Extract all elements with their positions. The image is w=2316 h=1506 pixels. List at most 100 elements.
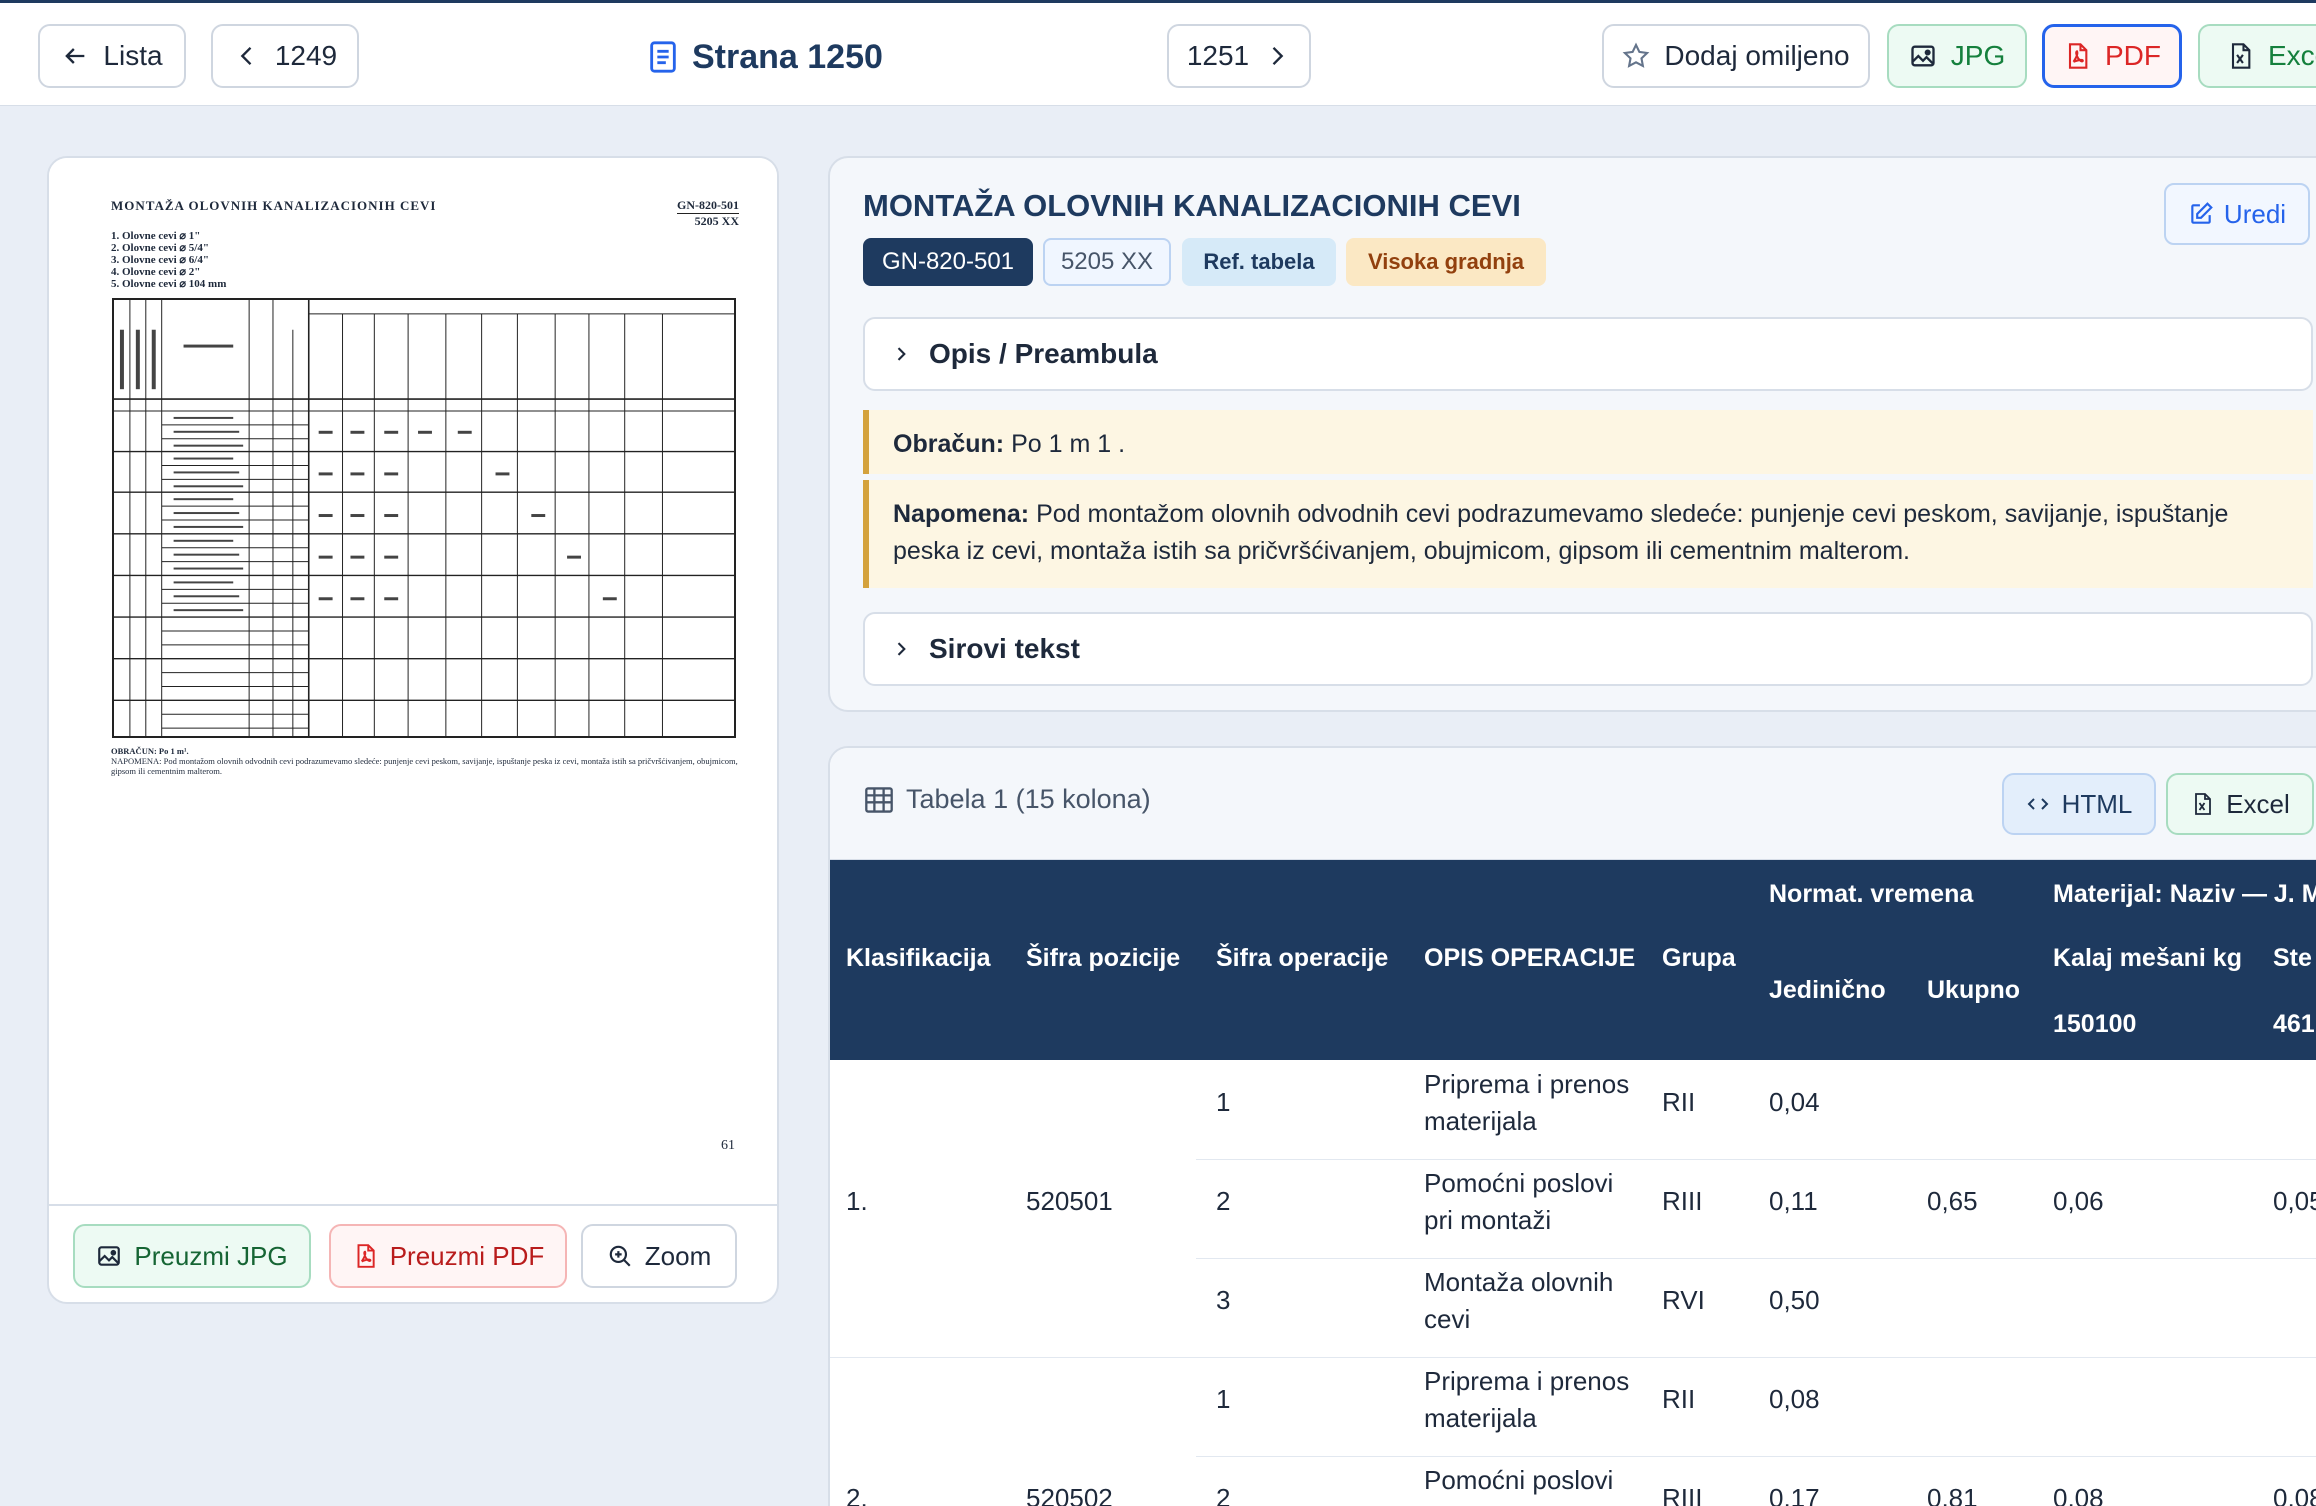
edit-icon (2191, 202, 2213, 224)
cell-grupa: RIII (1662, 1483, 1703, 1506)
favorite-label: Dodaj omiljeno (1664, 40, 1850, 71)
scan-item: 2. Olovne cevi ⌀ 5/4" (111, 242, 209, 254)
scan-item-list: 1. Olovne cevi ⌀ 1" 2. Olovne cevi ⌀ 5/4… (111, 230, 226, 290)
preamble-label: Opis / Preambula (929, 338, 1158, 369)
cell-grupa: RVI (1662, 1285, 1705, 1315)
document-icon (650, 41, 676, 73)
previous-page-button[interactable]: 1249 (211, 24, 359, 88)
cell-sifra-operacije: 2 (1216, 1483, 1231, 1506)
table-excel-button[interactable]: Excel (2166, 773, 2314, 835)
cell-sifra-operacije: 1 (1216, 1087, 1231, 1117)
excel-file-icon (2231, 43, 2251, 69)
column-header: Ukupno (1927, 976, 2021, 1004)
export-pdf-button[interactable]: PDF (2042, 24, 2182, 88)
column-header: OPIS OPERACIJE (1424, 944, 1636, 972)
table-header: Klasifikacija Šifra pozicije Šifra opera… (830, 860, 2316, 1060)
cell-ukupno: 0,81 (1927, 1483, 1978, 1506)
cell-opis-line: materijala (1424, 1106, 1537, 1136)
cell-klasifikacija: 2. (846, 1483, 868, 1506)
cell-jedinicno: 0,11 (1769, 1186, 1818, 1216)
calculation-note: Obračun: Po 1 m 1 . (863, 410, 2313, 474)
edit-label: Uredi (2223, 198, 2287, 229)
column-header: Ste (2273, 944, 2312, 972)
zoom-label: Zoom (644, 1240, 712, 1271)
export-excel-button[interactable]: Exce (2198, 24, 2316, 88)
column-header: Klasifikacija (846, 944, 991, 972)
view-html-button[interactable]: HTML (2002, 773, 2156, 835)
cell-opis-line: materijala (1424, 1403, 1537, 1433)
scan-item: 4. Olovne cevi ⌀ 2" (111, 266, 201, 278)
top-toolbar: Lista 1249 Strana 1250 1251 Dodaj omilje… (0, 0, 2316, 106)
cell-opis-line: Priprema i prenos (1424, 1366, 1630, 1396)
table-icon (865, 786, 893, 813)
cell-sifra-pozicije: 520502 (1026, 1483, 1113, 1506)
scan-title: MONTAŽA OLOVNIH KANALIZACIONIH CEVI (111, 198, 437, 213)
cell-opis-line: pri montaži (1424, 1205, 1552, 1235)
next-page-label: 1251 (1186, 40, 1250, 71)
preamble-accordion[interactable]: Opis / Preambula (863, 317, 2313, 391)
row-divider (1196, 1456, 2316, 1457)
scan-note: NAPOMENA: Pod montažom olovnih odvodnih … (111, 756, 738, 776)
edit-button[interactable]: Uredi (2164, 183, 2310, 245)
download-pdf-button[interactable]: Preuzmi PDF (329, 1224, 567, 1288)
cell-sifra-pozicije: 520501 (1026, 1186, 1113, 1216)
download-jpg-label: Preuzmi JPG (134, 1240, 288, 1271)
column-group-header: Normat. vremena (1769, 880, 1974, 908)
cell-sifra-operacije: 3 (1216, 1285, 1231, 1315)
add-favorite-button[interactable]: Dodaj omiljeno (1602, 24, 1870, 88)
zoom-button[interactable]: Zoom (581, 1224, 737, 1288)
pdf-file-icon (357, 1244, 375, 1268)
data-table-card: Tabela 1 (15 kolona) HTML Excel Klasifik… (828, 746, 2316, 1506)
raw-text-label: Sirovi tekst (929, 633, 1080, 664)
cell-ukupno: 0,65 (1927, 1186, 1978, 1216)
cell-jedinicno: 0,04 (1769, 1087, 1820, 1117)
scan-item: 1. Olovne cevi ⌀ 1" (111, 230, 201, 242)
row-divider (1196, 1258, 2316, 1259)
raw-text-accordion[interactable]: Sirovi tekst (863, 612, 2313, 686)
arrow-left-icon (65, 48, 85, 64)
page-title-text: Strana 1250 (692, 37, 883, 76)
zoom-in-icon (609, 1245, 631, 1267)
table-card-header: Tabela 1 (15 kolona) HTML Excel (830, 748, 2316, 860)
note-label: Napomena: (893, 500, 1030, 528)
scan-code-1: GN-820-501 (677, 198, 739, 214)
image-icon (98, 1246, 121, 1266)
cell-opis: Priprema i prenos materijala (1424, 1363, 1629, 1437)
page-preview-card: MONTAŽA OLOVNIH KANALIZACIONIH CEVI GN-8… (47, 156, 779, 1304)
next-page-button[interactable]: 1251 (1167, 24, 1311, 88)
excel-label: Exce (2268, 40, 2316, 71)
cell-grupa: RIII (1662, 1186, 1703, 1216)
scan-code-2: 5205 XX (694, 214, 739, 228)
previous-page-label: 1249 (274, 40, 338, 71)
download-jpg-button[interactable]: Preuzmi JPG (73, 1224, 311, 1288)
pdf-file-icon (2068, 43, 2088, 69)
table-title: Tabela 1 (15 kolona) (864, 784, 1151, 815)
chevron-right-icon (897, 642, 906, 656)
page-title: Strana 1250 (648, 31, 883, 83)
export-jpg-button[interactable]: JPG (1887, 24, 2027, 88)
chevron-left-icon (240, 47, 252, 65)
cell-jedinicno: 0,08 (1769, 1384, 1820, 1414)
scanned-page-image[interactable]: MONTAŽA OLOVNIH KANALIZACIONIH CEVI GN-8… (49, 158, 777, 1206)
cell-sifra-operacije: 2 (1216, 1186, 1231, 1216)
category-tag: Visoka gradnja (1346, 238, 1546, 286)
scan-page-number: 61 (721, 1138, 735, 1153)
cell-opis: Montaža olovnih cevi (1424, 1264, 1613, 1338)
cell-sifra-operacije: 1 (1216, 1384, 1231, 1414)
material-code-header: 461 (2273, 1010, 2315, 1038)
cell-opis-line: Priprema i prenos (1424, 1069, 1630, 1099)
column-group-header: Materijal: Naziv — J. M (2053, 880, 2316, 908)
column-header: Kalaj mešani kg (2053, 944, 2242, 972)
cell-ste: 0,05 (2273, 1186, 2316, 1216)
pdf-label: PDF (2105, 40, 2161, 71)
download-pdf-label: Preuzmi PDF (389, 1240, 545, 1271)
cell-opis-line: Montaža olovnih (1424, 1267, 1614, 1297)
calc-text: Po 1 m 1 . (1011, 430, 1126, 458)
table-excel-label: Excel (2226, 788, 2290, 819)
back-to-list-button[interactable]: Lista (38, 24, 186, 88)
column-header: Šifra pozicije (1026, 944, 1181, 972)
column-header: Grupa (1662, 944, 1736, 972)
cell-opis: Pomoćni poslovi pri montaži (1424, 1165, 1613, 1239)
code-icon (2027, 798, 2049, 810)
cell-kalaj: 0,06 (2053, 1186, 2104, 1216)
